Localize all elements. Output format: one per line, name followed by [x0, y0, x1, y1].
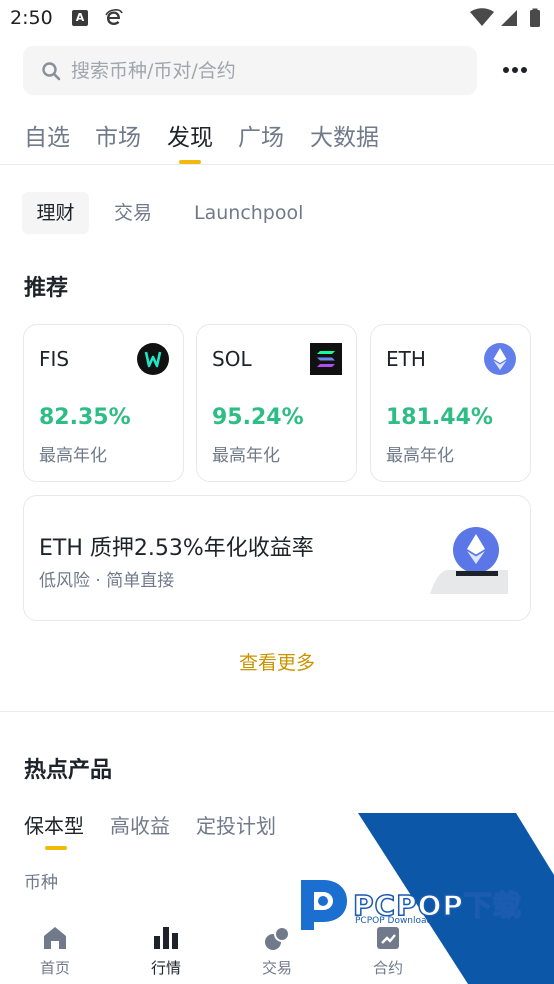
see-more-link[interactable]: 查看更多 [0, 648, 554, 675]
eth-logo-icon [484, 343, 516, 375]
trade-coins-icon [265, 926, 290, 950]
product-card-sol[interactable]: SOL 95.24% 最高年化 [196, 324, 357, 482]
subtab-trade[interactable]: 交易 [114, 192, 152, 234]
staking-subtitle: 低风险 · 简单直接 [39, 571, 175, 591]
tab-market[interactable]: 市场 [95, 118, 141, 152]
product-card-eth[interactable]: ETH 181.44% 最高年化 [370, 324, 531, 482]
card-rate-label: 最高年化 [212, 446, 280, 466]
eth-staking-illustration-icon [430, 527, 508, 594]
pcpop-watermark-logo: PCPOP下载 PCPOP Download [297, 874, 537, 934]
tab-high-yield[interactable]: 高收益 [110, 810, 170, 839]
section-title-hot-products: 热点产品 [24, 758, 113, 783]
search-box[interactable] [23, 46, 477, 95]
nav-label: 交易 [261, 959, 292, 977]
column-header-coin: 币种 [24, 873, 58, 893]
product-card-fis[interactable]: FIS 82.35% 最高年化 [23, 324, 184, 482]
subtab-launchpool[interactable]: Launchpool [194, 192, 303, 234]
nav-home[interactable]: 首页 [10, 912, 100, 984]
card-symbol: FIS [39, 347, 70, 371]
tab-principal-protected[interactable]: 保本型 [24, 810, 84, 839]
tab-discover[interactable]: 发现 [167, 118, 213, 152]
tab-auto-invest[interactable]: 定投计划 [196, 810, 276, 839]
search-input[interactable] [71, 46, 461, 95]
card-rate-label: 最高年化 [39, 446, 107, 466]
divider [0, 164, 554, 165]
card-rate: 95.24% [212, 405, 304, 430]
tab-big-data[interactable]: 大数据 [310, 118, 379, 152]
tab-square[interactable]: 广场 [238, 118, 284, 152]
subtab-earn[interactable]: 理财 [22, 192, 89, 234]
divider [0, 711, 554, 712]
card-rate: 82.35% [39, 405, 131, 430]
section-title-recommend: 推荐 [24, 276, 69, 301]
sol-logo-icon [310, 343, 342, 375]
search-icon [42, 62, 61, 81]
pcpop-p-logo-icon [301, 880, 347, 930]
signal-battery-icons [470, 8, 540, 27]
card-rate: 181.44% [386, 405, 493, 430]
more-icon[interactable] [500, 60, 530, 80]
nav-label: 首页 [39, 959, 70, 977]
home-icon [44, 927, 66, 949]
nav-label: 行情 [150, 959, 181, 977]
eth-staking-card[interactable]: ETH 质押2.53%年化收益率 低风险 · 简单直接 [23, 495, 531, 621]
nav-markets[interactable]: 行情 [121, 912, 211, 984]
staking-title: ETH 质押2.53%年化收益率 [39, 536, 314, 561]
fis-logo-icon [137, 343, 169, 375]
tab-favorites[interactable]: 自选 [24, 118, 70, 152]
card-symbol: SOL [212, 347, 252, 371]
watermark-subtext: PCPOP Download [355, 916, 433, 926]
status-bar: 2:50 A [0, 0, 554, 38]
active-tab-indicator [45, 846, 67, 850]
browser-e-icon [105, 9, 123, 25]
status-time: 2:50 [10, 7, 53, 29]
card-symbol: ETH [386, 347, 426, 371]
bar-chart-icon [154, 927, 178, 949]
card-rate-label: 最高年化 [386, 446, 454, 466]
notification-a-icon: A [72, 10, 88, 26]
